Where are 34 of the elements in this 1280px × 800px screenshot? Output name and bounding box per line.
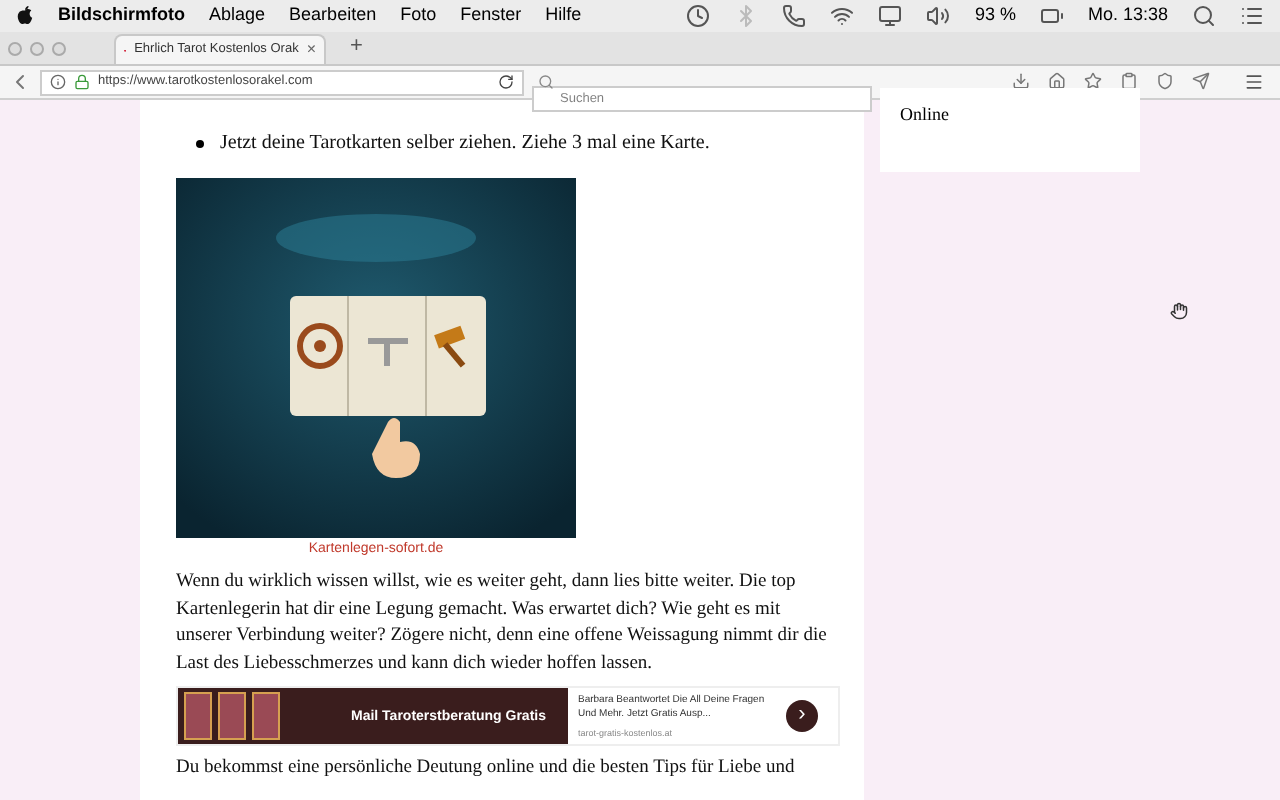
- menu-item[interactable]: Foto: [400, 2, 437, 30]
- battery-percent: 93 %: [974, 2, 1016, 29]
- card-image-icon: [252, 692, 280, 740]
- download-icon[interactable]: [1012, 72, 1030, 90]
- menu-item[interactable]: Ablage: [209, 2, 266, 30]
- menu-item[interactable]: Fenster: [460, 2, 522, 30]
- menu-item[interactable]: Hilfe: [545, 2, 582, 30]
- sidebar-text: Online: [900, 104, 949, 124]
- tab-close-button[interactable]: ×: [306, 38, 316, 62]
- menu-icon[interactable]: [1244, 72, 1264, 92]
- body-paragraph: Wenn du wirklich wissen willst, wie es weiter geht, dann lies bitte weiter. Die top Kartenlegerin hat dir eine Legung gemacht. Was erwartet dich? Wie geht es mit unserer Verbindung weiter? Zögere nicht, denn eine offene Weissagung nimmt dir die Last des Liebesschmerzes und kann dich wieder hoffen lassen.: [176, 570, 828, 677]
- reload-icon[interactable]: [498, 74, 514, 90]
- card-image-icon: [184, 692, 212, 740]
- card-image-icon: [218, 692, 246, 740]
- bookmark-star-icon[interactable]: [1084, 72, 1102, 90]
- cursor-hand-icon: [1170, 302, 1188, 320]
- app-menu[interactable]: Bildschirmfoto: [58, 2, 186, 30]
- clock[interactable]: Mo. 13:38: [1087, 2, 1168, 30]
- body-paragraph: Du bekommst eine persönliche Deutung online und die besten Tips für Liebe und: [176, 756, 797, 782]
- new-tab-button[interactable]: +: [350, 29, 363, 62]
- search-icon[interactable]: [1192, 4, 1216, 28]
- battery-icon[interactable]: [1039, 4, 1064, 28]
- search-icon: [538, 74, 554, 90]
- home-icon[interactable]: [1048, 72, 1066, 90]
- lock-icon: [74, 74, 90, 90]
- bullet-text: Jetzt deine Tarotkarten selber ziehen. Ziehe 3 mal eine Karte.: [220, 130, 710, 158]
- info-icon[interactable]: [50, 74, 66, 90]
- menu-item[interactable]: Bearbeiten: [289, 2, 377, 30]
- apple-logo-icon[interactable]: [16, 6, 34, 26]
- phone-icon[interactable]: [782, 4, 807, 28]
- bullet-icon: [196, 140, 204, 148]
- send-icon[interactable]: [1192, 72, 1210, 90]
- volume-icon[interactable]: [926, 4, 951, 28]
- ad-arrow-button[interactable]: ›: [786, 700, 818, 732]
